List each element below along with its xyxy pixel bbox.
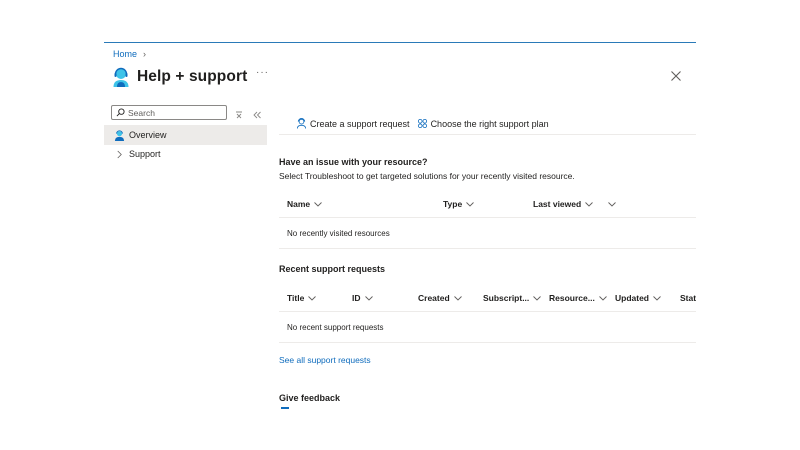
resources-grid-header: Name Type Last viewed: [279, 190, 696, 218]
choose-support-plan-label: Choose the right support plan: [430, 118, 549, 129]
chevron-down-icon: [608, 201, 616, 207]
column-header-last-viewed[interactable]: Last viewed: [533, 190, 594, 218]
resources-section-title: Have an issue with your resource?: [279, 157, 428, 167]
resources-empty-text: No recently visited resources: [287, 229, 390, 238]
sidebar-item-support[interactable]: Support: [104, 144, 267, 164]
more-options-button[interactable]: ···: [256, 67, 269, 78]
support-agent-icon: [113, 129, 125, 141]
double-chevron-left-icon[interactable]: [252, 107, 262, 119]
see-all-support-requests-link[interactable]: See all support requests: [279, 355, 371, 365]
close-icon[interactable]: [670, 69, 682, 81]
column-label: Title: [287, 293, 305, 303]
choose-support-plan-button[interactable]: Choose the right support plan: [417, 118, 549, 129]
requests-grid-header: Title ID Created Subscript... Resource..…: [279, 284, 696, 312]
support-plan-icon: [417, 118, 427, 129]
chevron-down-icon: [466, 201, 475, 207]
search-input[interactable]: [128, 107, 223, 118]
chevron-down-icon: [585, 201, 594, 207]
sidebar-item-overview[interactable]: Overview: [104, 125, 267, 145]
column-header-title[interactable]: Title: [287, 284, 317, 312]
column-label: Last viewed: [533, 199, 582, 209]
requests-empty-text: No recent support requests: [287, 323, 384, 332]
breadcrumb-separator: ›: [143, 49, 147, 59]
chevron-down-icon: [453, 295, 462, 301]
column-label: Subscript...: [483, 293, 530, 303]
column-label: ID: [352, 293, 361, 303]
create-support-request-button[interactable]: Create a support request: [296, 118, 410, 129]
breadcrumb: Home ›: [113, 49, 146, 59]
sidebar-item-label: Support: [129, 149, 161, 159]
chevron-right-icon[interactable]: [113, 148, 125, 160]
support-request-icon: [296, 118, 307, 129]
search-box: [111, 105, 227, 120]
column-label: Name: [287, 199, 311, 209]
feedback-tab-indicator: [281, 407, 289, 409]
support-agent-icon: [112, 66, 130, 88]
column-header-id[interactable]: ID: [352, 284, 373, 312]
resources-empty-row: No recently visited resources: [279, 219, 696, 249]
column-header-updated[interactable]: Updated: [615, 284, 661, 312]
support-blade: Home › Help + support ··· Search Overvie…: [104, 42, 696, 412]
resources-section-description: Select Troubleshoot to get targeted solu…: [279, 171, 575, 181]
requests-empty-row: No recent support requests: [279, 313, 696, 343]
column-header-name[interactable]: Name: [287, 190, 322, 218]
column-label: Type: [443, 199, 463, 209]
column-header-type[interactable]: Type: [443, 190, 475, 218]
chevron-down-icon: [364, 295, 373, 301]
column-label: Statu: [680, 293, 696, 303]
chevron-down-icon: [599, 295, 607, 301]
title-row: Help + support: [112, 66, 247, 88]
column-header-resource[interactable]: Resource...: [549, 284, 607, 312]
chevron-down-icon: [308, 295, 317, 301]
give-feedback-title: Give feedback: [279, 393, 341, 403]
chevron-down-icon: [314, 201, 322, 207]
sidebar-item-label: Overview: [129, 130, 167, 140]
column-header-extra[interactable]: [604, 190, 616, 218]
column-label: Updated: [615, 293, 649, 303]
requests-section-title: Recent support requests: [279, 264, 386, 274]
search-icon: [116, 108, 125, 117]
create-support-request-label: Create a support request: [310, 118, 410, 129]
column-label: Created: [418, 293, 450, 303]
chevron-down-icon: [533, 295, 542, 301]
breadcrumb-home-link[interactable]: Home: [113, 49, 137, 59]
column-header-status[interactable]: Statu: [680, 284, 696, 312]
page-title: Help + support: [137, 68, 248, 85]
column-label: Resource...: [549, 293, 595, 303]
column-header-subscription[interactable]: Subscript...: [483, 284, 542, 312]
clear-filter-icon[interactable]: [235, 107, 243, 119]
command-bar: Create a support request Choose the righ…: [279, 113, 696, 135]
chevron-down-icon: [653, 295, 661, 301]
column-header-created[interactable]: Created: [418, 284, 462, 312]
